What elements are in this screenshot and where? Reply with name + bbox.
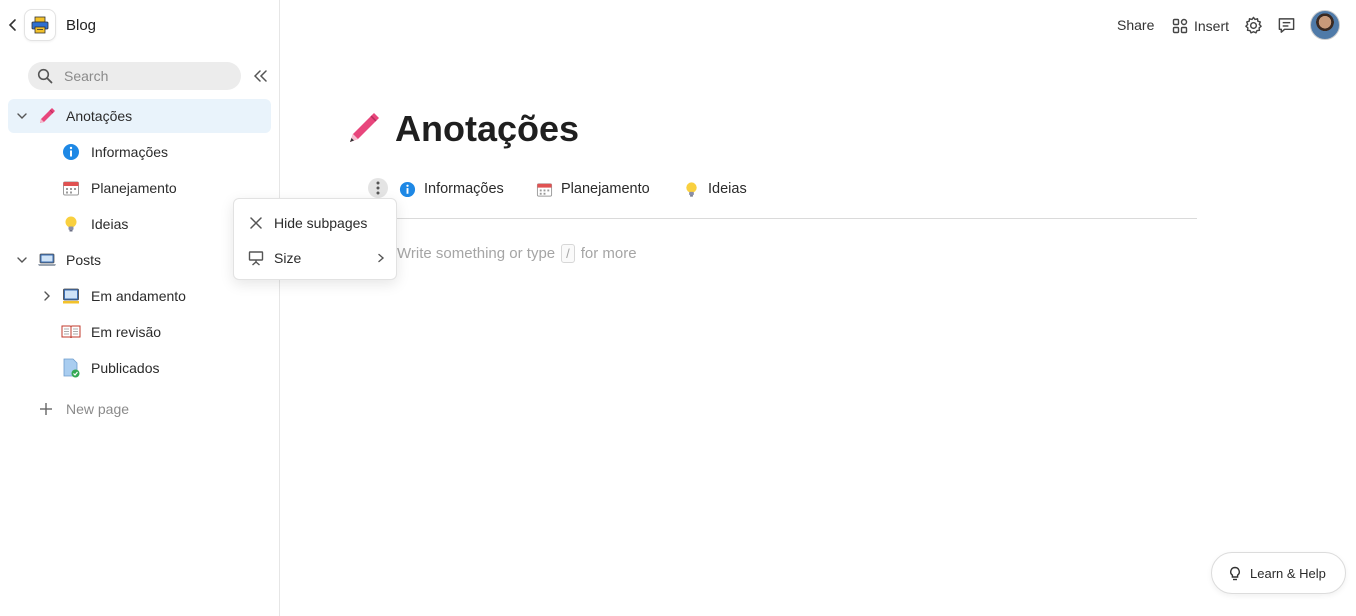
kebab-icon: [376, 181, 380, 195]
learn-help-label: Learn & Help: [1250, 566, 1326, 581]
lightbulb-outline-icon: [1230, 566, 1240, 581]
subpages-menu-button[interactable]: [368, 178, 388, 198]
document-check-icon: [61, 358, 81, 378]
sidebar-item-label: Em andamento: [91, 288, 186, 304]
lightbulb-icon: [61, 214, 81, 234]
subpages-context-menu: Hide subpages Size: [233, 198, 397, 280]
menu-item-size[interactable]: Size: [234, 241, 396, 275]
insert-button[interactable]: Insert: [1172, 16, 1229, 36]
subpage-label: Ideias: [708, 181, 747, 197]
printer-logo-icon: [31, 16, 49, 34]
editor-hint-text: Write something or type: [397, 245, 556, 262]
chevron-down-icon[interactable]: [16, 110, 28, 122]
sidebar-item-label: Anotações: [66, 108, 133, 124]
editor-hint-text-end: for more: [580, 245, 637, 262]
learn-help-button[interactable]: Learn & Help: [1211, 552, 1346, 594]
sidebar-item-label: Planejamento: [91, 180, 177, 196]
chevron-right-icon: [378, 253, 385, 263]
subpage-link-ideias[interactable]: Ideias: [682, 179, 747, 199]
sidebar-item-informacoes[interactable]: Informações: [8, 135, 271, 169]
workspace-title[interactable]: Blog: [66, 17, 96, 34]
menu-item-hide-subpages[interactable]: Hide subpages: [234, 206, 396, 240]
menu-item-label: Size: [274, 250, 302, 266]
menu-item-label: Hide subpages: [274, 215, 368, 231]
collapse-sidebar-icon[interactable]: [251, 68, 269, 84]
sidebar-item-em-revisao[interactable]: Em revisão: [8, 315, 271, 349]
pen-icon: [37, 106, 57, 126]
calendar-icon: [61, 178, 81, 198]
sidebar-item-em-andamento[interactable]: Em andamento: [8, 279, 271, 313]
chevron-right-icon[interactable]: [41, 290, 53, 302]
search-icon: [37, 68, 53, 84]
book-icon: [61, 322, 81, 342]
new-page-button[interactable]: New page: [8, 392, 271, 426]
pen-icon[interactable]: [346, 110, 382, 146]
sidebar-item-label: Posts: [66, 252, 102, 268]
grid-icon: [1172, 18, 1188, 34]
calendar-icon: [535, 180, 553, 198]
new-page-label: New page: [66, 401, 130, 417]
close-icon: [250, 217, 262, 229]
insert-label: Insert: [1194, 18, 1230, 34]
subpages-divider: [397, 218, 1197, 219]
sidebar-item-publicados[interactable]: Publicados: [8, 351, 271, 385]
subpage-label: Informações: [424, 181, 504, 197]
laptop-icon: [37, 250, 57, 270]
sidebar-item-ideias[interactable]: Ideias: [8, 207, 271, 241]
sidebar-item-label: Publicados: [91, 360, 160, 376]
subpage-link-informacoes[interactable]: Informações: [398, 179, 504, 199]
sidebar-item-posts[interactable]: Posts: [8, 243, 271, 277]
monitor-icon: [61, 286, 81, 306]
info-icon: [61, 142, 81, 162]
chevron-left-icon[interactable]: [6, 17, 20, 33]
page-title[interactable]: Anotações: [395, 108, 579, 150]
gear-icon[interactable]: [1244, 16, 1263, 35]
info-icon: [398, 180, 416, 198]
presentation-icon: [248, 251, 264, 266]
subpage-link-planejamento[interactable]: Planejamento: [535, 179, 650, 199]
search-bar[interactable]: [28, 62, 241, 90]
sidebar: Blog Anotações Informações Planejamento …: [0, 0, 280, 616]
plus-icon: [40, 403, 52, 415]
sidebar-item-label: Ideias: [91, 216, 129, 232]
slash-key-hint: /: [561, 244, 575, 263]
sidebar-item-planejamento[interactable]: Planejamento: [8, 171, 271, 205]
comment-icon[interactable]: [1277, 16, 1296, 35]
search-input[interactable]: [64, 62, 234, 90]
sidebar-item-label: Em revisão: [91, 324, 162, 340]
workspace-header: Blog: [0, 0, 280, 52]
chevron-down-icon[interactable]: [16, 254, 28, 266]
subpage-label: Planejamento: [561, 181, 650, 197]
workspace-logo[interactable]: [24, 9, 56, 41]
avatar[interactable]: [1310, 10, 1340, 40]
sidebar-item-label: Informações: [91, 144, 169, 160]
sidebar-item-anotacoes[interactable]: Anotações: [8, 99, 271, 133]
share-button[interactable]: Share: [1117, 17, 1154, 33]
editor-placeholder[interactable]: Write something or type / for more: [397, 244, 637, 263]
lightbulb-icon: [682, 180, 700, 198]
